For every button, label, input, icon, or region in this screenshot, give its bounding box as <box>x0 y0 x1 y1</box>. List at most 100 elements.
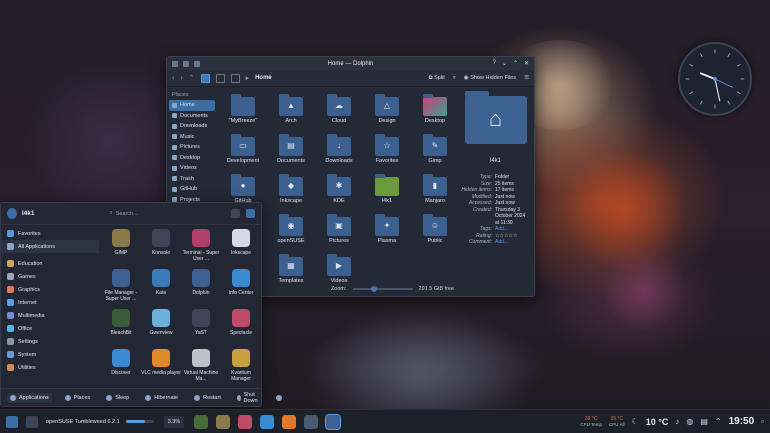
place-item-pictures[interactable]: Pictures <box>169 142 215 153</box>
place-item-music[interactable]: Music <box>169 132 215 143</box>
maximize-button[interactable]: ⌃ <box>513 60 518 67</box>
file-item[interactable]: ✱ KDE <box>315 173 363 211</box>
search-input[interactable]: ⌕ Search... <box>110 208 226 219</box>
category-utilities[interactable]: Utilities <box>1 361 99 374</box>
task-inkscape-icon[interactable] <box>238 414 253 429</box>
avatar[interactable] <box>7 208 17 219</box>
category-settings[interactable]: Settings <box>1 335 99 348</box>
category-graphics[interactable]: Graphics <box>1 283 99 296</box>
app-item[interactable]: BleachBit <box>101 309 141 336</box>
hibernate-button[interactable]: Hibernate <box>142 393 181 403</box>
info-value[interactable]: Add... <box>495 239 530 246</box>
zoom-slider[interactable] <box>352 286 413 292</box>
place-item-trash[interactable]: Trash <box>169 174 215 185</box>
dolphin-titlebar[interactable]: Home — Dolphin ? ⌄ ⌃ ✕ <box>167 57 534 70</box>
details-view-button[interactable] <box>230 73 240 83</box>
moon-icon[interactable]: ☾ <box>632 417 639 426</box>
app-item[interactable]: Inkscape <box>221 229 261 256</box>
forward-icon[interactable]: › <box>180 75 182 82</box>
task-image-viewer-icon[interactable] <box>194 414 209 429</box>
app-item[interactable]: Gwenview <box>141 309 181 336</box>
app-item[interactable]: File Manager - Super User ... <box>101 269 141 302</box>
shutdown-button[interactable]: Shut Down <box>234 390 263 406</box>
app-item[interactable]: VLC media player <box>141 349 181 376</box>
cpu-all-sensor[interactable]: 39 °C CPU All <box>609 416 625 427</box>
sleep-button[interactable]: Sleep <box>103 393 132 403</box>
pager-icon[interactable] <box>26 415 38 428</box>
category-office[interactable]: Office <box>1 322 99 335</box>
file-item[interactable]: ☁ Cloud <box>315 93 363 131</box>
app-menu-icon[interactable] <box>172 60 178 67</box>
file-item[interactable]: Desktop <box>411 93 459 131</box>
app-item[interactable]: Spectacle <box>221 309 261 336</box>
category-multimedia[interactable]: Multimedia <box>1 309 99 322</box>
breadcrumb[interactable]: Home <box>255 75 272 81</box>
file-item[interactable]: ▣ Pictures <box>315 213 363 251</box>
file-item[interactable]: ☆ Favorites <box>363 133 411 171</box>
place-item-github[interactable]: GitHub <box>169 184 215 195</box>
task-firefox-icon[interactable] <box>282 414 297 429</box>
show-hidden-button[interactable]: ◉ Show Hidden Files <box>464 75 516 81</box>
weather-temperature[interactable]: 10 °C <box>646 417 669 427</box>
window-icon[interactable] <box>194 60 200 67</box>
app-item[interactable]: Konsole <box>141 229 181 256</box>
file-item[interactable]: "MyBreeze" <box>219 93 267 131</box>
close-button[interactable]: ✕ <box>524 60 529 67</box>
app-item[interactable]: GIMP <box>101 229 141 256</box>
category-games[interactable]: Games <box>1 270 99 283</box>
task-dolphin-icon[interactable] <box>325 413 342 430</box>
compact-view-button[interactable] <box>215 73 225 83</box>
tab-applications[interactable]: Applications <box>7 392 52 403</box>
zoom-slider-handle[interactable] <box>371 286 378 292</box>
show-desktop-icon[interactable]: ▫ <box>761 417 764 426</box>
icons-view-button[interactable] <box>200 73 210 83</box>
file-item[interactable]: l4k1 <box>363 173 411 211</box>
more-options-button[interactable] <box>273 393 285 403</box>
file-item[interactable]: ▤ Documents <box>267 133 315 171</box>
tray-expand-icon[interactable]: ⌃ <box>715 417 722 426</box>
cpu-usage-chip[interactable]: 3.3% <box>163 415 185 428</box>
file-item[interactable]: ▮ Manjaro <box>411 173 459 211</box>
split-button[interactable]: ⧉ Split <box>429 75 445 82</box>
network-icon[interactable]: ◍ <box>686 417 693 426</box>
app-item[interactable]: YaST <box>181 309 221 336</box>
restart-button[interactable]: Restart <box>191 393 224 403</box>
app-item[interactable]: Info Center <box>221 269 261 296</box>
launcher-button[interactable] <box>6 415 18 428</box>
analog-clock-widget[interactable] <box>678 42 752 116</box>
place-item-downloads[interactable]: Downloads <box>169 121 215 132</box>
file-item[interactable]: ▲ Arch <box>267 93 315 131</box>
application-launcher[interactable]: l4k1 ⌕ Search... Favorites All Applicatio… <box>0 202 282 407</box>
clipboard-icon[interactable]: ▤ <box>700 417 708 426</box>
pin-icon[interactable] <box>183 60 189 67</box>
help-button[interactable]: ? <box>493 60 496 67</box>
task-discover-icon[interactable] <box>260 414 275 429</box>
back-icon[interactable]: ‹ <box>172 75 174 82</box>
configure-icon[interactable] <box>231 209 241 218</box>
file-item[interactable]: ☺ Public <box>411 213 459 251</box>
app-item[interactable]: Kate <box>141 269 181 296</box>
app-item[interactable]: Dolphin <box>181 269 221 296</box>
file-item[interactable]: ◉ openSUSE <box>267 213 315 251</box>
volume-icon[interactable]: ♪ <box>675 417 679 426</box>
pin-launcher-icon[interactable] <box>246 209 256 218</box>
file-item[interactable]: △ Design <box>363 93 411 131</box>
file-item[interactable]: ✎ Gimp <box>411 133 459 171</box>
file-item[interactable]: ▭ Development <box>219 133 267 171</box>
cpu-temp-sensor[interactable]: 39 °C CPU Temp <box>580 416 602 427</box>
search-icon[interactable]: ⌕ <box>453 75 456 82</box>
up-icon[interactable]: ⌃ <box>189 74 195 82</box>
app-item[interactable]: Terminal - Super User ... <box>181 229 221 262</box>
task-konsole-icon[interactable] <box>304 414 319 429</box>
task-gimp-icon[interactable] <box>216 414 231 429</box>
hamburger-menu-icon[interactable]: ☰ <box>524 75 529 81</box>
app-item[interactable]: Discover <box>101 349 141 376</box>
file-item[interactable]: ◆ Inkscape <box>267 173 315 211</box>
place-item-documents[interactable]: Documents <box>169 111 215 122</box>
app-item[interactable]: Virtual Machine Ma... <box>181 349 221 382</box>
category-favorites[interactable]: Favorites <box>1 227 99 240</box>
file-item[interactable]: ✦ Plasma <box>363 213 411 251</box>
place-item-videos[interactable]: Videos <box>169 163 215 174</box>
file-item[interactable]: ↓ Downloads <box>315 133 363 171</box>
digital-clock[interactable]: 19:50 <box>729 416 755 427</box>
